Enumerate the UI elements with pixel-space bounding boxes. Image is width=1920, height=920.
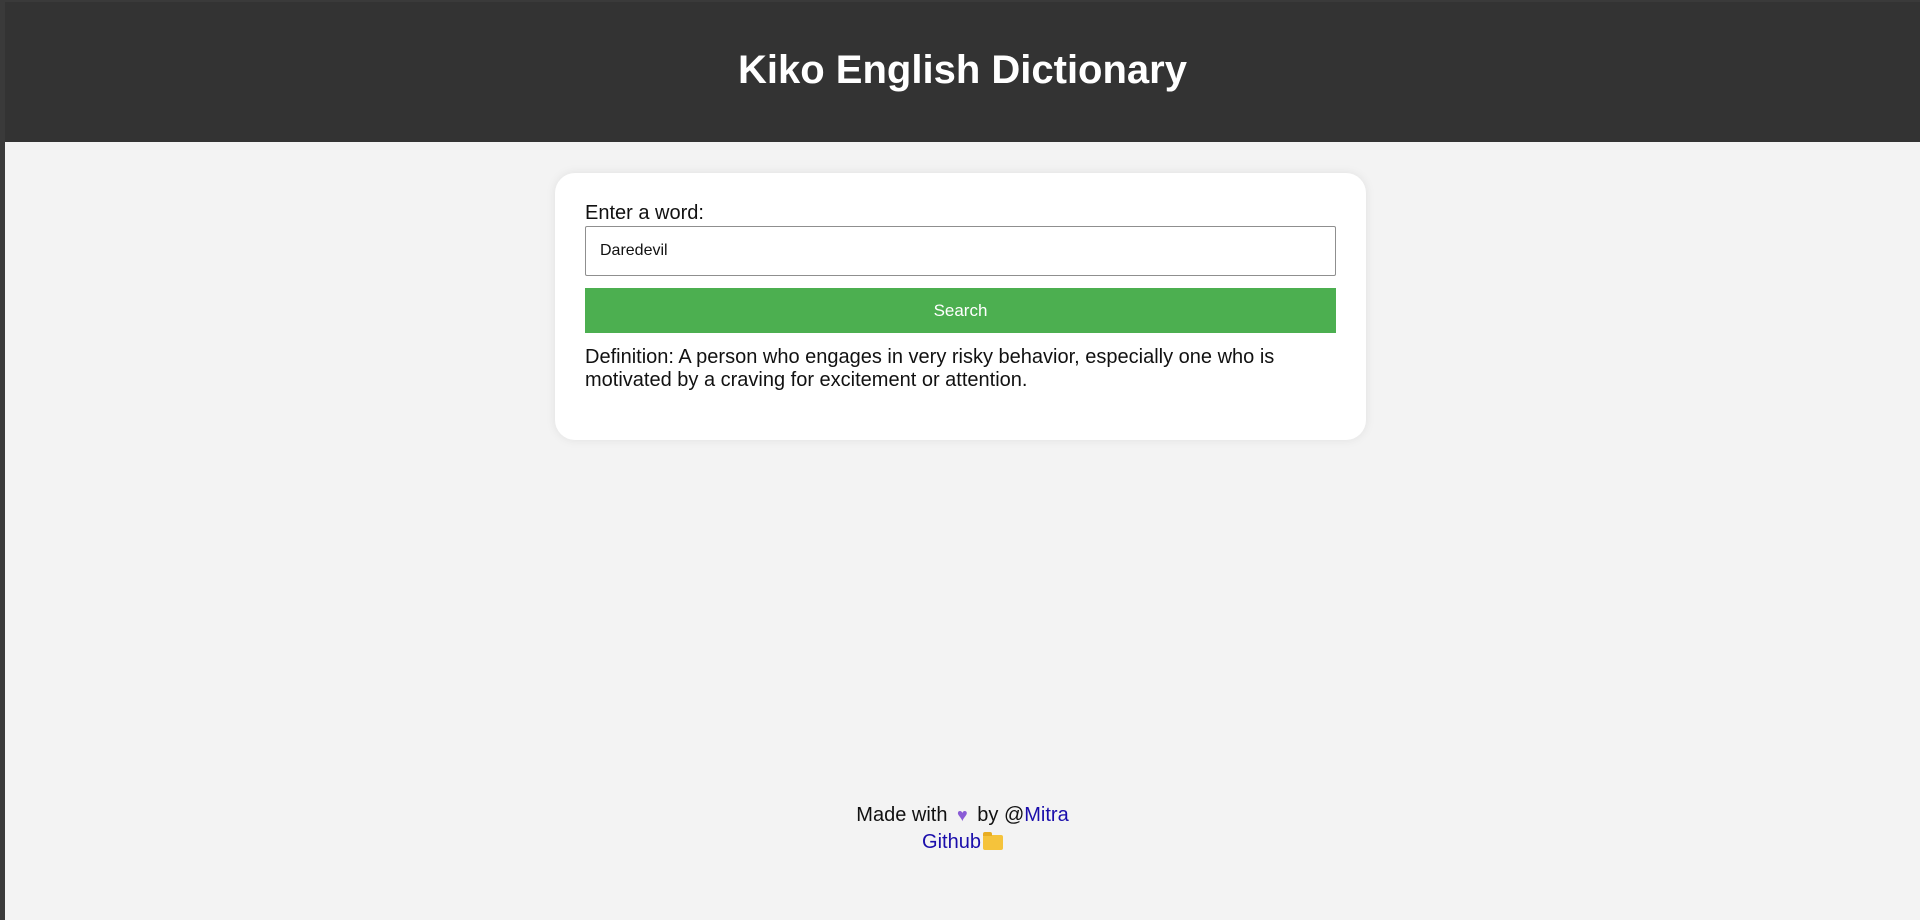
credit-line: Made with ♥ by @Mitra [5,802,1920,829]
github-line: Github [5,829,1920,856]
page: Kiko English Dictionary Enter a word: Se… [5,2,1920,920]
heart-icon: ♥ [957,805,968,825]
word-label: Enter a word: [585,202,704,224]
page-title: Kiko English Dictionary [738,47,1187,92]
search-card: Enter a word: Search Definition: A perso… [555,173,1366,440]
definition-text: Definition: A person who engages in very… [585,346,1275,391]
by-text: by @ [977,804,1025,826]
search-button[interactable]: Search [585,288,1336,333]
word-input[interactable] [585,226,1336,276]
footer: Made with ♥ by @Mitra Github [5,802,1920,856]
github-link[interactable]: Github [922,831,981,853]
made-with-text: Made with [856,804,948,826]
author-link[interactable]: Mitra [1024,804,1068,826]
header: Kiko English Dictionary [5,2,1920,142]
folder-icon [982,832,1003,850]
